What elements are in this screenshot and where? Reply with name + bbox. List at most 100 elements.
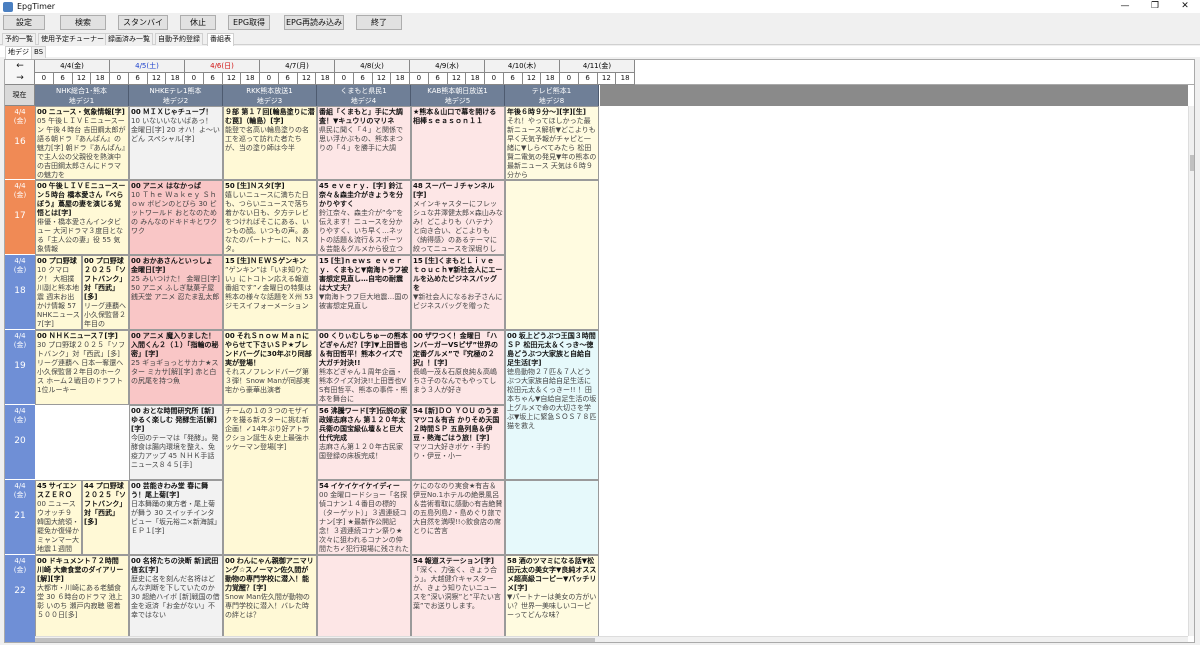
program-cell[interactable]: 00 それＳｎｏｗ Ｍａｎにやらせて下さいＳＰ★ブレンドバーグに30年ぶり同部実が… <box>223 330 317 405</box>
program-cell[interactable]: 番組「くまもと」手に大調査！▼キュウリのマリネ 県民に聞く「４」と関係で思い浮かぶ… <box>317 106 411 180</box>
program-cell[interactable]: 54 イケイケイケイディー 00 金曜ロードショー「名探偵コナン１４番目の標的（ター… <box>317 480 411 555</box>
settings-button[interactable]: 設定 <box>3 15 45 30</box>
program-cell[interactable]: 00 芸能きわみ堂 春に舞う！尾上菊[字] 日本舞踊の東方者・尾上菊が舞う 30 ス… <box>129 480 223 555</box>
now-button[interactable]: 現在 <box>5 85 35 106</box>
program-cell[interactable] <box>317 555 411 642</box>
program-cell[interactable]: チームの１の３つのモザイクを撮る新スターに挑む新企画！✓14年ぶり好アトラクショ… <box>223 405 317 555</box>
day-header-cell[interactable]: 4/6(日) <box>185 60 260 73</box>
hour-header-cell[interactable]: 18 <box>616 73 635 85</box>
program-cell[interactable]: 00 ドキュメント７２時間 川崎 大衆食堂のダイアリー[解][字] 大都市・川崎にあ… <box>35 555 129 642</box>
hour-header-cell[interactable]: 12 <box>72 73 92 85</box>
hour-header-cell[interactable]: 18 <box>166 73 185 85</box>
hour-header-cell[interactable]: 6 <box>353 73 373 85</box>
hour-header-cell[interactable]: 18 <box>541 73 560 85</box>
channel-header-cell[interactable]: NHKEテレ1熊本 地デジ2 <box>129 85 223 106</box>
vertical-scroll-thumb[interactable] <box>1190 155 1194 171</box>
program-cell[interactable]: 00 アニメ はなかっぱ 10 Ｔｈｅ Ｗａｋｅｙ Ｓｈｏｗ ボビンのとびら 30 … <box>129 180 223 255</box>
tab-epg[interactable]: 番組表 <box>207 33 234 46</box>
hour-header-cell[interactable]: 0 <box>410 73 429 85</box>
hour-header-cell[interactable]: 0 <box>185 73 204 85</box>
hour-header-cell[interactable]: 6 <box>503 73 523 85</box>
epg-get-button[interactable]: EPG取得 <box>228 15 270 30</box>
hour-header-cell[interactable]: 0 <box>335 73 354 85</box>
close-button[interactable]: ✕ <box>1170 0 1200 13</box>
program-cell[interactable] <box>505 180 599 330</box>
hour-header-cell[interactable]: 0 <box>485 73 504 85</box>
day-header-cell[interactable]: 4/11(金) <box>560 60 635 73</box>
day-header-cell[interactable]: 4/8(火) <box>335 60 410 73</box>
program-cell[interactable]: 50 [生]Ｎスタ[字] 嬉しいニュースに満ちた日も、つらいニュースで落ち着かない日… <box>223 180 317 255</box>
day-header-cell[interactable]: 4/9(水) <box>410 60 485 73</box>
program-cell[interactable]: 年後６時９分～][字][生] それ！やってほしかった最新ニュース解析▼どこよりも早… <box>505 106 599 180</box>
program-cell[interactable]: 15 [生]ｎｅｗｓ ｅｖｅｒｙ．くまもと▼南海トラフ被害想定見直し…自宅の耐震は… <box>317 255 411 330</box>
hour-header-cell[interactable]: 12 <box>597 73 617 85</box>
channel-header-cell[interactable]: くまもと県民1 地デジ4 <box>317 85 411 106</box>
program-cell[interactable]: 45 ｅｖｅｒｙ．[字] 鈴江奈々＆森圭介がきょうを分かりやすく 鈴江奈々、森圭介が… <box>317 180 411 255</box>
program-cell[interactable]: 00 名将たちの決断 新]武田信玄[字] 歴史に名を刻んだ名将はどんな判断を下してい… <box>129 555 223 642</box>
program-cell[interactable]: 00 午後ＬＩＶＥニュースーン５時台 橋本愛さん『べらぼう』蔦屋の妻を演じる覚悟と… <box>35 180 129 255</box>
horizontal-scroll-thumb[interactable] <box>35 638 595 642</box>
program-cell[interactable]: 00 プロ野球 10 クマロク！ 大相撲 川副と熊本地震 週末お出かけ情報 57 N… <box>35 255 82 330</box>
hour-header-cell[interactable]: 18 <box>391 73 410 85</box>
program-cell[interactable]: 48 スーパーＪチャンネル[字] メインキャスターにフレッシュな井澤健太郎×森山みな… <box>411 180 505 255</box>
program-cell[interactable]: 00 坂上どうぶつ王国３時間ＳＰ 松田元太＆くっき～徳島どうぶつ大家族と自給自足生… <box>505 330 599 480</box>
program-cell[interactable]: ９部 第１７回[輪島塗りに潜む罠]（輪島）[字] 能登で名高い輪島塗りの名工を巡っ… <box>223 106 317 180</box>
program-cell[interactable]: 00 くりぃむしちゅーの熊本どぎゃんだ？[字]▼上田晋也＆有田哲平！熊本クイズで大… <box>317 330 411 405</box>
hour-header-cell[interactable]: 12 <box>372 73 392 85</box>
maximize-button[interactable]: ❐ <box>1140 0 1170 13</box>
program-cell[interactable]: 00 わんにゃん親御アニマリング☆スノーマン佐久間が動物の専門学校に潜入！能力覚醒… <box>223 555 317 642</box>
program-cell[interactable]: 58 酒のツマミになる話▼松田元太の美女字▼良純オススメ超高級コーピー▼パッチリメ… <box>505 555 599 642</box>
program-cell[interactable]: 54 報道ステーション[字] 「深く、力強く、きょう合う」。大越健介キャスターが、き… <box>411 555 505 642</box>
program-cell[interactable]: 00 ＮＨＫニュース７[字] 30 プロ野球２０２５「ソフトバンク」対「西武」[多]… <box>35 330 129 405</box>
hour-header-cell[interactable]: 12 <box>147 73 167 85</box>
tab-recinfo[interactable]: 録画済み一覧 <box>105 33 153 45</box>
hour-header-cell[interactable]: 0 <box>560 73 579 85</box>
hour-header-cell[interactable]: 12 <box>297 73 317 85</box>
hour-header-cell[interactable]: 6 <box>203 73 223 85</box>
exit-button[interactable]: 終了 <box>356 15 402 30</box>
hour-header-cell[interactable]: 12 <box>522 73 542 85</box>
hour-header-cell[interactable]: 18 <box>241 73 260 85</box>
channel-header-cell[interactable]: KAB熊本朝日放送1 地デジ5 <box>411 85 505 106</box>
minimize-button[interactable]: — <box>1110 0 1140 13</box>
suspend-button[interactable]: 休止 <box>180 15 216 30</box>
program-cell[interactable]: 45 サイエンスＺＥＲＯ 00 ニュースウオッチ９ 韓国大統領・罷免か復帰か ミャン… <box>35 480 82 555</box>
vertical-scrollbar[interactable] <box>1188 106 1194 636</box>
standby-button[interactable]: スタンバイ <box>118 15 168 30</box>
tab-bs[interactable]: BS <box>31 46 47 58</box>
tab-autoadd[interactable]: 自動予約登録 <box>155 33 203 45</box>
hour-header-cell[interactable]: 6 <box>428 73 448 85</box>
hour-header-cell[interactable]: 0 <box>35 73 54 85</box>
hour-header-cell[interactable]: 12 <box>447 73 467 85</box>
program-cell[interactable]: 44 プロ野球２０２５「ソフトバンク」対「西武」[多] <box>82 480 129 555</box>
program-cell[interactable]: 15 [生]ＮＥＷＳゲンキン ”ゲンキン”は「いま知りたい」にトコトン応える報道番組… <box>223 255 317 330</box>
program-cell[interactable]: 00 アニメ 魔入りました！入間くん２（１）「指輪の秘密」[字] 25 ギョギョっと… <box>129 330 223 405</box>
hour-header-cell[interactable]: 0 <box>110 73 129 85</box>
prev-day-arrow-icon[interactable]: ← <box>5 60 35 72</box>
hour-header-cell[interactable]: 18 <box>316 73 335 85</box>
program-cell[interactable] <box>505 480 599 555</box>
program-cell[interactable]: 00 おとな時間研究所 [新] ゆるく楽しむ 発酵生活[解][字] 今回のテーマは「… <box>129 405 223 480</box>
search-button[interactable]: 検索 <box>60 15 106 30</box>
program-cell[interactable]: 00 ＭＩＸじゃチューブ！ 10 いないいないばあっ！ 金曜日[字] 20 オハ！よ… <box>129 106 223 180</box>
tab-tuner[interactable]: 使用予定チューナー <box>38 33 107 45</box>
next-day-arrow-icon[interactable]: → <box>5 72 35 84</box>
day-header-cell[interactable]: 4/7(月) <box>260 60 335 73</box>
program-cell[interactable]: 00 ニュース・気象情報[字] 05 午後ＬＩＶＥニュースーン 午後４時台 吉田鋼太… <box>35 106 129 180</box>
tab-reserve-list[interactable]: 予約一覧 <box>2 33 36 45</box>
day-header-cell[interactable]: 4/10(木) <box>485 60 560 73</box>
channel-header-cell[interactable]: NHK総合1･熊本 地デジ1 <box>35 85 129 106</box>
program-cell[interactable]: 54 [新]ＤＯ ＹＯＵ のうま マツコ＆有吉 かりそめ天国 ２時間ＳＰ 五島列島… <box>411 405 505 480</box>
program-cell[interactable]: 56 沸騰ワード[字]伝説の家政婦志麻さん 第１２０年太兵衛の国宝級仏壇＆と巨大仕… <box>317 405 411 480</box>
hour-header-cell[interactable]: 18 <box>466 73 485 85</box>
program-cell[interactable]: 15 [生]くまもとＬｉｖｅ ｔｏｕｃｈ▼新社会人にエールを込めたビジネスバッグを… <box>411 255 505 330</box>
program-cell[interactable]: 00 おかあさんといっしょ 金曜日[字] 25 みいつけた！ 金曜日[字] 50 ア… <box>129 255 223 330</box>
hour-header-cell[interactable]: 0 <box>260 73 279 85</box>
program-cell[interactable]: 00 プロ野球２０２５「ソフトバンク」対「西武」[多] リーグ連覇へ 小久保監督２年… <box>82 255 129 330</box>
program-cell[interactable]: ケにのなのり実食★有吉＆伊豆No.1ホテルの絶景風呂＆芸術看取に感動◇有吉絶賛の… <box>411 480 505 555</box>
horizontal-scrollbar[interactable] <box>35 636 1188 642</box>
day-header-cell[interactable]: 4/5(土) <box>110 60 185 73</box>
hour-header-cell[interactable]: 6 <box>53 73 73 85</box>
channel-header-cell[interactable]: テレビ熊本1 地デジ8 <box>505 85 599 106</box>
hour-header-cell[interactable]: 6 <box>578 73 598 85</box>
